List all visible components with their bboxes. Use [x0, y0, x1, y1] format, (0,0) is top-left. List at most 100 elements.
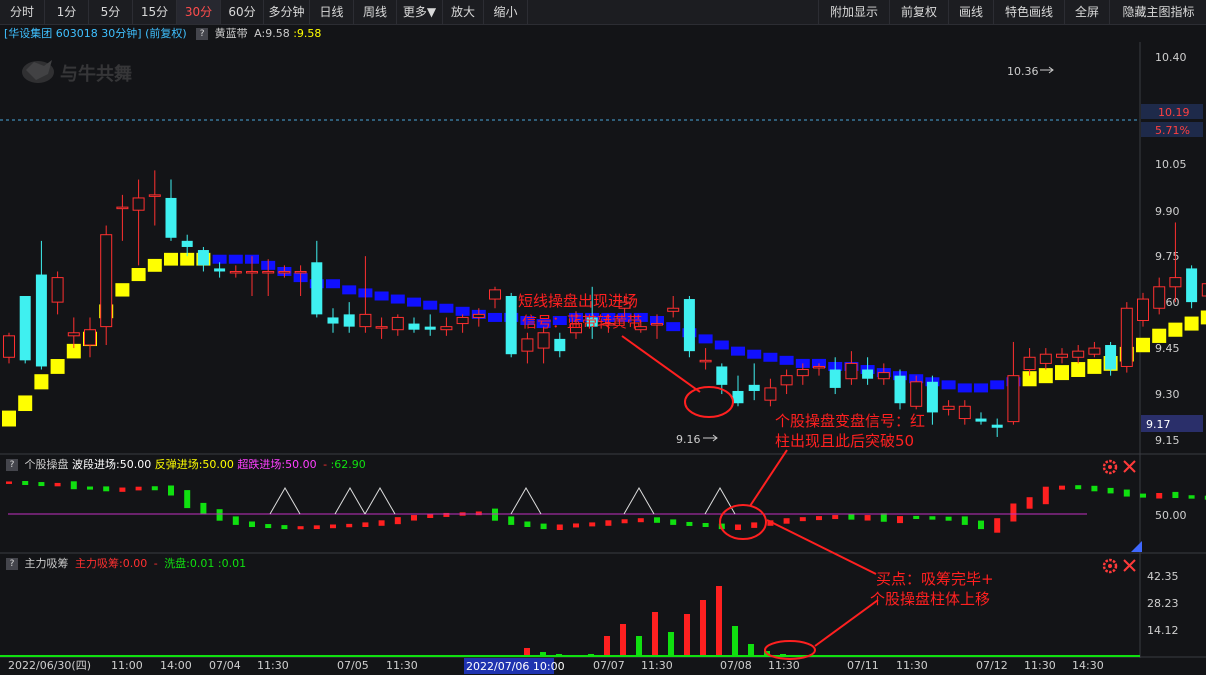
sub1-bar — [1156, 493, 1163, 499]
gear-icon[interactable] — [1102, 459, 1118, 475]
band-segment — [779, 355, 794, 365]
sub1-bar — [945, 516, 952, 521]
price-tick: 9.15 — [1155, 434, 1180, 447]
time-label: 07/12 — [976, 659, 1008, 672]
sub1-bar — [573, 523, 579, 528]
close-icon[interactable] — [1123, 559, 1136, 572]
candle-body — [780, 375, 793, 386]
sub1-bar — [1059, 485, 1065, 490]
candle-body — [845, 362, 858, 380]
pane-frames — [0, 42, 1206, 658]
band-segment — [1038, 368, 1053, 384]
sub1-bar — [249, 521, 255, 527]
candle-body — [1039, 353, 1052, 364]
time-cursor-label: 2022/07/06 10:00 — [466, 660, 565, 673]
stock-chart-canvas[interactable]: 与牛共舞 10.40 10.05 9.90 9.75 9.60 9.45 9.3… — [0, 0, 1206, 675]
watermark-text: 与牛共舞 — [60, 63, 132, 85]
band-segment — [1087, 359, 1102, 374]
price-tick: 10.05 — [1155, 158, 1187, 171]
sub1-bar — [1123, 489, 1130, 497]
buy-arrow-2 — [814, 599, 879, 647]
buy-text-1: 买点：吸筹完毕+ — [876, 570, 994, 588]
band-segment — [326, 279, 340, 289]
sub1-bar — [232, 516, 239, 525]
candle-body — [732, 390, 744, 404]
candle-body — [19, 295, 31, 361]
sub1-bar — [605, 520, 612, 526]
candle-body — [716, 366, 728, 385]
sub1-bar — [313, 525, 320, 530]
candle-body — [197, 250, 209, 266]
sub1-bar — [87, 486, 93, 490]
time-label: 14:30 — [1072, 659, 1104, 672]
sub1-bar — [1140, 493, 1146, 498]
sub1-bar — [1075, 485, 1082, 490]
sub1-bars — [6, 481, 1206, 533]
band-segment — [747, 349, 762, 359]
sub1-bar — [1107, 487, 1114, 494]
candle-body — [1007, 375, 1020, 423]
candle-body — [1186, 268, 1198, 303]
gear-icon[interactable] — [1102, 558, 1118, 574]
sub1-bar — [848, 514, 855, 520]
band-segment — [1200, 310, 1206, 325]
band-segment — [50, 359, 65, 374]
callout-annotations: 短线操盘出现进场 信号：蓝带转黄带 个股操盘变盘信号：红 柱出现且此后突破50 … — [518, 292, 994, 660]
band-segment — [1136, 337, 1150, 353]
sub1-bar — [1010, 503, 1017, 522]
sub1-bar — [346, 523, 353, 528]
sub1-bar — [216, 509, 223, 521]
sub1-bar — [378, 520, 385, 526]
band-segment — [1152, 328, 1167, 343]
scale-corner-icon[interactable] — [1131, 541, 1142, 552]
band-segment — [115, 283, 130, 297]
close-icon[interactable] — [1123, 460, 1136, 473]
candle-body — [246, 270, 258, 274]
sub1-bar — [978, 520, 984, 530]
candle-body — [391, 316, 404, 331]
candle-body — [472, 313, 485, 318]
candle-body — [1056, 353, 1068, 358]
candle-body — [958, 405, 971, 420]
band-segment — [390, 294, 405, 304]
price-tick: 10.40 — [1155, 51, 1187, 64]
sub1-bar — [686, 521, 693, 526]
candle-body — [51, 277, 64, 303]
sub1-bar — [994, 518, 1001, 533]
signal1-circle — [684, 386, 734, 418]
cursor-price-label: 9.17 — [1146, 418, 1171, 431]
time-label: 07/07 — [593, 659, 625, 672]
sub1-bar — [151, 486, 158, 491]
candle-body — [894, 375, 906, 404]
sub1-bar — [394, 517, 401, 525]
sub1-bar — [897, 516, 903, 524]
candle-body — [148, 194, 161, 197]
sub1-bar — [1042, 486, 1049, 505]
candle-body — [1088, 347, 1101, 355]
candle-body — [505, 295, 517, 355]
candle-body — [214, 268, 226, 272]
time-label: 11:30 — [896, 659, 928, 672]
band-segment — [228, 254, 243, 264]
sub1-bar — [864, 515, 871, 521]
candle-body — [327, 317, 339, 324]
band-segment — [714, 340, 729, 350]
candle-body — [311, 262, 323, 315]
band-segment — [439, 303, 454, 313]
time-label: 07/08 — [720, 659, 752, 672]
sub1-bar — [783, 518, 790, 524]
sub2-bar — [668, 632, 674, 656]
sub2-bar — [604, 636, 610, 656]
sub1-bar — [929, 516, 936, 520]
sub1-bar — [330, 524, 336, 529]
sub1-level-label: 50.00 — [1155, 509, 1187, 522]
candle-body — [862, 369, 874, 379]
sub2-bar — [620, 624, 626, 656]
sub1-bar — [1172, 491, 1179, 499]
candle-body — [294, 270, 307, 274]
candle-body — [116, 206, 129, 210]
candle-body — [489, 289, 501, 300]
candle-body — [1023, 356, 1036, 371]
sub1-bar — [427, 514, 434, 518]
candle-body — [683, 299, 695, 352]
